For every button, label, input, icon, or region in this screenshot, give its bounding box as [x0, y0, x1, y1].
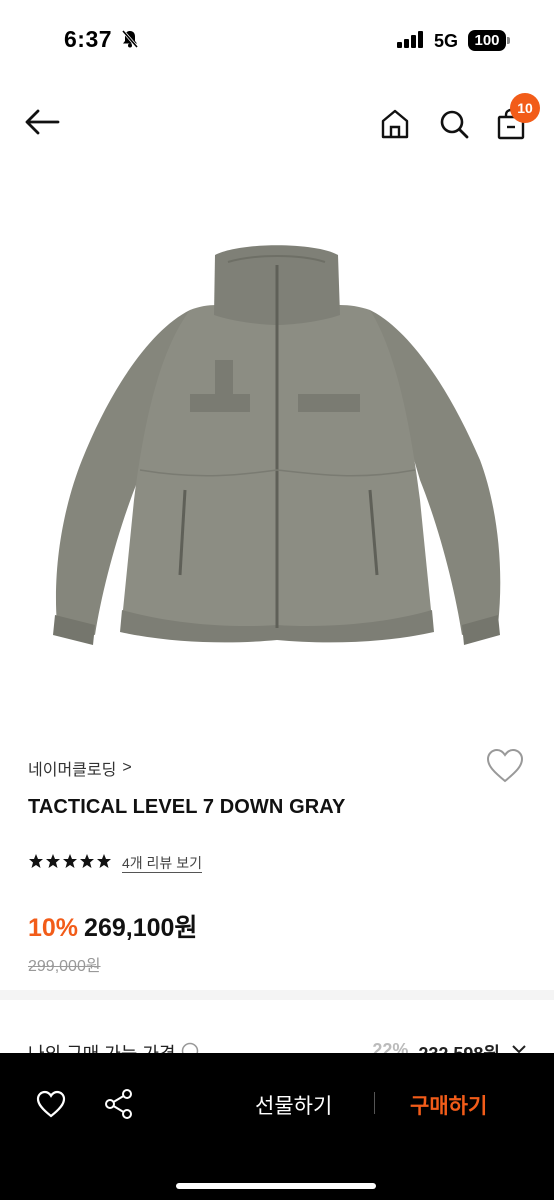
brand-link[interactable]: 네이머클로딩 > — [28, 756, 132, 780]
my-price-value: 232,598원 — [418, 1044, 500, 1054]
star-icon — [28, 853, 44, 874]
section-divider — [0, 990, 554, 1000]
buy-button[interactable]: 구매하기 — [410, 1090, 487, 1120]
rating-row: 4개 리뷰 보기 — [28, 853, 202, 874]
wishlist-heart-icon[interactable] — [486, 748, 524, 789]
brand-name: 네이머클로딩 — [28, 762, 117, 779]
top-nav — [0, 96, 554, 156]
battery-tip — [507, 37, 510, 44]
gift-button[interactable]: 선물하기 — [255, 1090, 332, 1120]
jacket-illustration — [53, 245, 501, 645]
back-arrow-icon[interactable] — [24, 108, 60, 136]
my-price-row[interactable]: 나의 구매 가능 가격 22% 232,598원 — [28, 1040, 528, 1054]
share-icon[interactable] — [104, 1088, 134, 1125]
search-icon[interactable] — [438, 108, 470, 140]
home-indicator — [176, 1183, 376, 1189]
cart-count-badge: 10 — [510, 93, 540, 123]
review-link[interactable]: 4개 리뷰 보기 — [122, 855, 202, 873]
product-image[interactable] — [0, 170, 554, 724]
star-icon — [62, 853, 78, 874]
rating-stars — [28, 853, 112, 874]
bottom-action-bar — [0, 1053, 554, 1200]
battery-indicator: 100 — [468, 30, 506, 51]
network-type: 5G — [434, 31, 459, 51]
status-time: 6:37 — [64, 26, 113, 52]
button-separator — [374, 1092, 375, 1114]
star-icon — [96, 853, 112, 874]
heart-icon[interactable] — [36, 1090, 66, 1123]
chevron-down-icon[interactable] — [510, 1040, 528, 1054]
original-price: 299,000원 — [28, 958, 101, 975]
my-price-discount: 22% — [372, 1040, 409, 1054]
price-row: 10% 269,100원 — [28, 908, 197, 944]
sale-price: 269,100원 — [84, 914, 198, 942]
star-icon — [79, 853, 95, 874]
brand-chevron-icon: > — [122, 759, 132, 776]
product-name: TACTICAL LEVEL 7 DOWN GRAY — [28, 796, 346, 818]
my-price-label: 나의 구매 가능 가격 — [28, 1044, 176, 1054]
bell-muted-icon — [120, 29, 140, 54]
status-bar: 6:37 5G 100 — [0, 0, 554, 84]
cellular-signal-icon — [397, 31, 425, 53]
star-icon — [45, 853, 61, 874]
home-icon[interactable] — [379, 108, 411, 140]
discount-rate: 10% — [28, 914, 79, 942]
